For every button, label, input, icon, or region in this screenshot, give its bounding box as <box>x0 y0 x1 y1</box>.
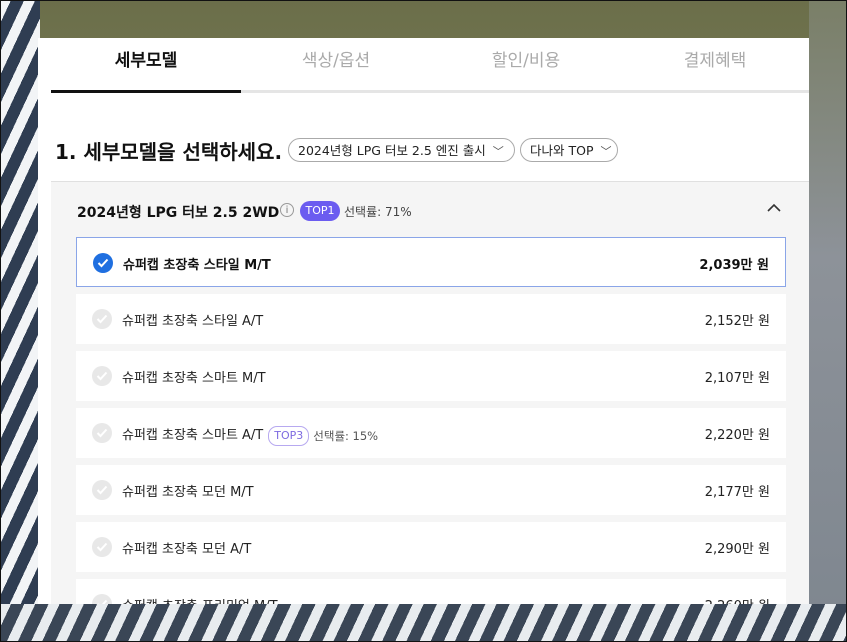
section-heading: 1. 세부모델을 선택하세요. <box>55 140 283 164</box>
trim-name: 슈퍼캡 초장축 프리미엄 M/T <box>122 595 278 604</box>
tab-bar: 세부모델 색상/옵션 할인/비용 결제혜택 <box>51 38 809 93</box>
engine-filter-dropdown[interactable]: 2024년형 LPG 터보 2.5 엔진 출시 ﹀ <box>288 138 515 162</box>
trim-name-with-badge: 슈퍼캡 초장축 스마트 A/T TOP3 선택률: 15% <box>122 424 378 446</box>
background-right <box>809 0 847 642</box>
check-circle-icon[interactable] <box>92 537 112 557</box>
trim-row[interactable]: 슈퍼캡 초장축 스마트 M/T 2,107만 원 <box>76 351 786 401</box>
sort-filter-label: 다나와 TOP <box>530 143 594 158</box>
trim-selection-panel: 세부모델 색상/옵션 할인/비용 결제혜택 1. 세부모델을 선택하세요. 20… <box>38 38 809 604</box>
check-circle-icon[interactable] <box>92 423 112 443</box>
chevron-down-icon: ﹀ <box>600 145 612 158</box>
engine-filter-label: 2024년형 LPG 터보 2.5 엔진 출시 <box>298 143 486 158</box>
background-crosswalk-left <box>0 0 40 642</box>
check-circle-icon[interactable] <box>92 309 112 329</box>
trim-price: 2,039만 원 <box>699 258 769 273</box>
trim-row[interactable]: 슈퍼캡 초장축 모던 A/T 2,290만 원 <box>76 522 786 572</box>
trim-price: 2,107만 원 <box>704 371 770 386</box>
trim-row[interactable]: 슈퍼캡 초장축 스마트 A/T TOP3 선택률: 15% 2,220만 원 <box>76 408 786 458</box>
trim-price: 2,260만 원 <box>705 595 770 604</box>
trim-price: 2,177만 원 <box>704 485 770 500</box>
info-icon[interactable]: i <box>280 203 294 217</box>
trim-price: 2,152만 원 <box>704 314 770 329</box>
trim-name: 슈퍼캡 초장축 모던 M/T <box>122 485 254 500</box>
trim-name: 슈퍼캡 초장축 스타일 A/T <box>122 314 264 329</box>
background-crosswalk-bottom <box>0 604 847 642</box>
check-circle-icon[interactable] <box>92 366 112 386</box>
trim-price: 2,290만 원 <box>704 542 770 557</box>
trim-selection-rate: 선택률: 15% <box>313 428 379 443</box>
check-circle-icon[interactable] <box>92 594 112 604</box>
top1-badge: TOP1 <box>300 201 340 221</box>
sort-filter-dropdown[interactable]: 다나와 TOP ﹀ <box>520 138 618 162</box>
trim-name: 슈퍼캡 초장축 스마트 A/T <box>122 428 264 443</box>
tab-discount-cost[interactable]: 할인/비용 <box>431 38 621 90</box>
group-selection-rate: 선택률: 71% <box>344 205 412 219</box>
check-circle-icon[interactable] <box>92 480 112 500</box>
trim-name: 슈퍼캡 초장축 모던 A/T <box>122 542 252 557</box>
tab-payment-benefits[interactable]: 결제혜택 <box>621 38 809 90</box>
trim-price: 2,220만 원 <box>704 428 770 443</box>
trim-name: 슈퍼캡 초장축 스타일 M/T <box>123 258 271 273</box>
trim-row[interactable]: 슈퍼캡 초장축 스타일 M/T 2,039만 원 <box>76 237 786 287</box>
trim-row[interactable]: 슈퍼캡 초장축 스타일 A/T 2,152만 원 <box>76 294 786 344</box>
chevron-up-icon[interactable] <box>764 198 784 218</box>
tab-color-options[interactable]: 색상/옵션 <box>241 38 431 90</box>
check-circle-icon[interactable] <box>93 253 113 273</box>
tab-trim-model[interactable]: 세부모델 <box>51 38 241 93</box>
trim-name: 슈퍼캡 초장축 스마트 M/T <box>122 371 266 386</box>
top3-badge: TOP3 <box>268 425 310 446</box>
trim-row[interactable]: 슈퍼캡 초장축 모던 M/T 2,177만 원 <box>76 465 786 515</box>
model-group: 2024년형 LPG 터보 2.5 2WD i TOP1 선택률: 71% 슈퍼… <box>51 181 809 604</box>
chevron-down-icon: ﹀ <box>492 145 504 158</box>
trim-row[interactable]: 슈퍼캡 초장축 프리미엄 M/T 2,260만 원 <box>76 579 786 604</box>
model-group-title: 2024년형 LPG 터보 2.5 2WD <box>77 205 280 221</box>
